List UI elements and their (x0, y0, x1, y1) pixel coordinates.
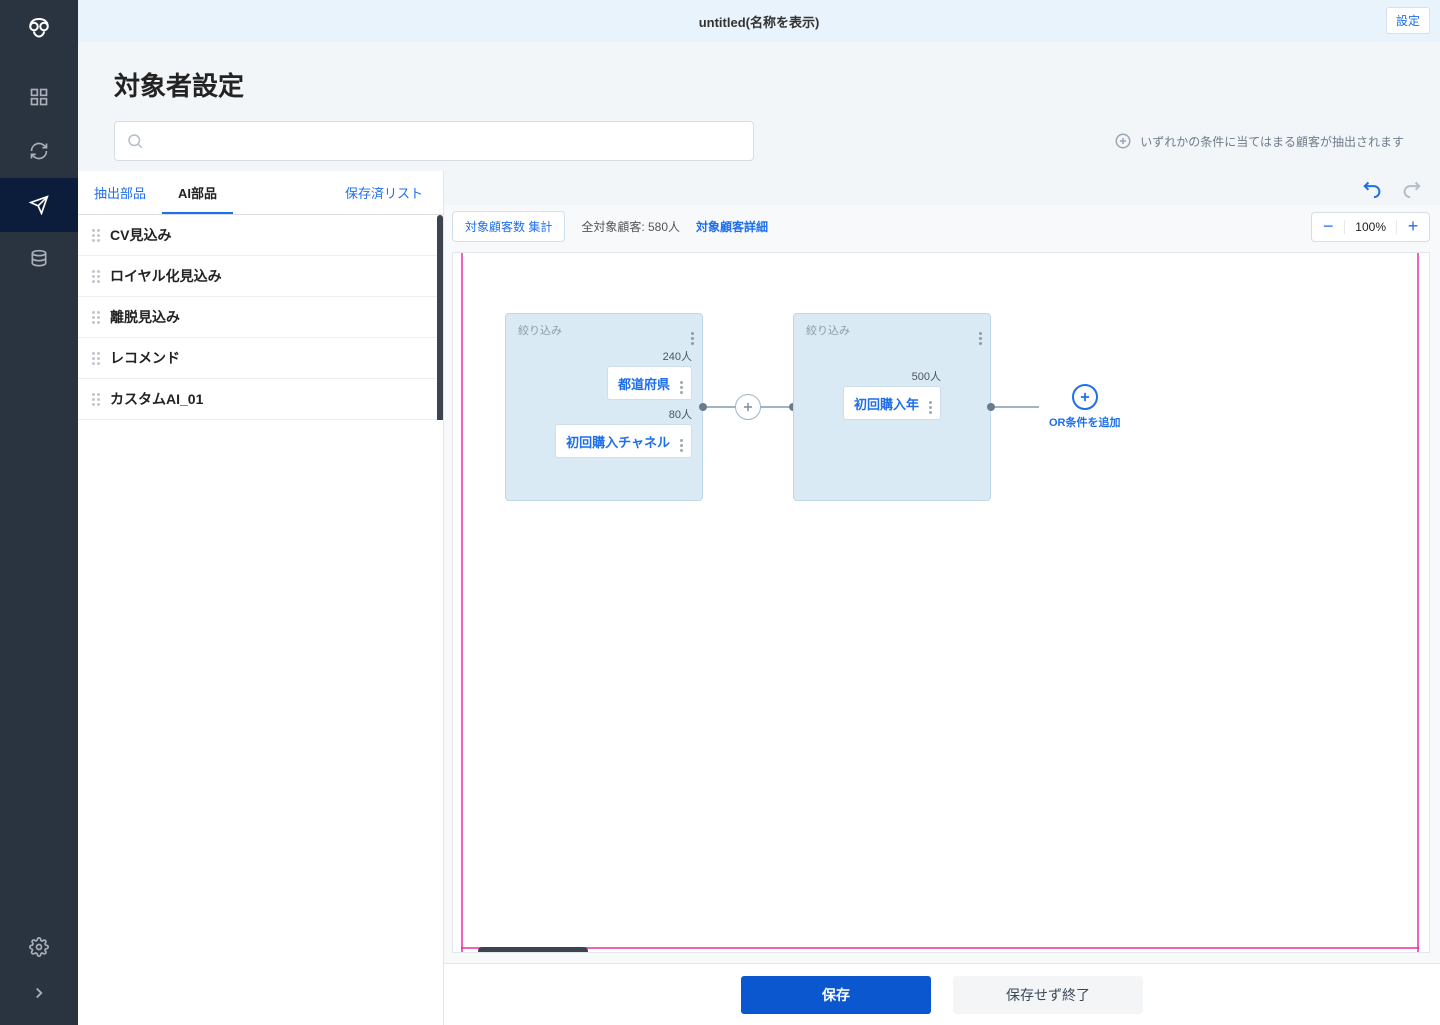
tabs: 抽出部品 AI部品 保存済リスト (78, 171, 443, 215)
tab-ai[interactable]: AI部品 (162, 171, 233, 214)
zoom-value: 100% (1344, 220, 1397, 234)
chip-count: 240人 (663, 348, 692, 364)
chip-label: 初回購入年 (854, 394, 919, 413)
chip-count: 500人 (912, 368, 941, 384)
tab-saved[interactable]: 保存済リスト (329, 171, 443, 214)
customer-detail-link[interactable]: 対象顧客詳細 (696, 218, 768, 235)
page-title: 対象者設定 (114, 66, 1404, 103)
aggregate-button[interactable]: 対象顧客数 集計 (452, 211, 565, 242)
list-item-label: 離脱見込み (110, 307, 180, 327)
header-title: untitled(名称を表示) (699, 12, 820, 31)
list-item-label: CV見込み (110, 225, 171, 245)
ruler-left (461, 253, 463, 952)
canvas[interactable]: 絞り込み 240人 都道府県 (452, 252, 1430, 953)
discard-button[interactable]: 保存せず終了 (953, 976, 1143, 1014)
filter-chip-first-year[interactable]: 初回購入年 (843, 386, 941, 420)
left-panel: 抽出部品 AI部品 保存済リスト CV見込み ロイヤル化見込み (78, 171, 444, 1025)
ai-list: CV見込み ロイヤル化見込み 離脱見込み レコメンド (78, 215, 443, 420)
chip-count: 80人 (669, 406, 692, 422)
grip-icon (92, 393, 100, 406)
chip-menu-icon[interactable] (676, 430, 687, 452)
add-and-button[interactable] (735, 394, 761, 420)
chip-label: 初回購入チャネル (566, 432, 670, 451)
page-head: 対象者設定 いずれかの条件に当てはまる顧客が抽出されます (78, 42, 1440, 171)
zoom-in-button[interactable]: + (1397, 213, 1429, 241)
sidebar (0, 0, 78, 1025)
block-header: 絞り込み (518, 322, 562, 338)
nav-expand[interactable] (0, 971, 78, 1015)
list-item[interactable]: カスタムAI_01 (78, 379, 443, 420)
add-or-label: OR条件を追加 (1049, 414, 1121, 430)
database-icon (29, 249, 49, 269)
list-item[interactable]: CV見込み (78, 215, 443, 256)
gear-icon (29, 937, 49, 957)
list-item[interactable]: ロイヤル化見込み (78, 256, 443, 297)
filter-block-1[interactable]: 絞り込み 240人 都道府県 (505, 313, 703, 501)
ruler-right (1417, 253, 1419, 952)
refresh-icon (29, 141, 49, 161)
canvas-toolbar (444, 171, 1440, 205)
redo-button[interactable] (1400, 177, 1422, 199)
right-panel: 対象顧客数 集計 全対象顧客: 580人 対象顧客詳細 − 100% + (444, 171, 1440, 1025)
list-item[interactable]: レコメンド (78, 338, 443, 379)
grip-icon (92, 352, 100, 365)
chevron-right-icon (30, 984, 48, 1002)
top-header: untitled(名称を表示) 設定 (78, 0, 1440, 42)
block-menu-button[interactable] (691, 322, 694, 345)
summary-row: 対象顧客数 集計 全対象顧客: 580人 対象顧客詳細 − 100% + (444, 205, 1440, 252)
hint-text: いずれかの条件に当てはまる顧客が抽出されます (1140, 133, 1404, 150)
filter-block-2[interactable]: 絞り込み 500人 初回購入年 (793, 313, 991, 501)
zoom-out-button[interactable]: − (1312, 213, 1344, 241)
app-logo (24, 0, 54, 60)
footer: 保存 保存せず終了 (444, 963, 1440, 1025)
send-icon (29, 195, 49, 215)
grip-icon (92, 229, 100, 242)
plus-circle-icon (1072, 384, 1098, 410)
search-icon (126, 132, 144, 150)
list-item[interactable]: 離脱見込み (78, 297, 443, 338)
grip-icon (92, 311, 100, 324)
list-item-label: ロイヤル化見込み (110, 266, 222, 286)
filter-chip-first-channel[interactable]: 初回購入チャネル (555, 424, 692, 458)
horizontal-scrollbar[interactable] (478, 947, 588, 953)
filter-chip-prefecture[interactable]: 都道府県 (607, 366, 692, 400)
total-customers-label: 全対象顧客: 580人 (581, 218, 680, 235)
ruler-bottom (461, 947, 1419, 949)
nav-send[interactable] (0, 178, 78, 232)
hint-row: いずれかの条件に当てはまる顧客が抽出されます (1114, 132, 1404, 150)
undo-button[interactable] (1362, 177, 1384, 199)
chip-menu-icon[interactable] (676, 372, 687, 394)
tab-extract[interactable]: 抽出部品 (78, 171, 162, 214)
list-item-label: レコメンド (110, 348, 180, 368)
chip-label: 都道府県 (618, 374, 670, 393)
grid-icon (29, 87, 49, 107)
nav-database[interactable] (0, 232, 78, 286)
save-button[interactable]: 保存 (741, 976, 931, 1014)
nav-settings[interactable] (0, 925, 78, 969)
search-box (114, 121, 754, 161)
plus-circle-icon (1114, 132, 1132, 150)
trailing-connector: OR条件を追加 (991, 384, 1121, 430)
block-menu-button[interactable] (979, 322, 982, 345)
header-settings-button[interactable]: 設定 (1386, 7, 1430, 34)
zoom-control: − 100% + (1311, 212, 1430, 242)
search-input[interactable] (114, 121, 754, 161)
block-header: 絞り込み (806, 322, 850, 338)
add-or-button[interactable]: OR条件を追加 (1049, 384, 1121, 430)
connector (703, 406, 793, 408)
grip-icon (92, 270, 100, 283)
chip-menu-icon[interactable] (925, 392, 936, 414)
nav-sync[interactable] (0, 124, 78, 178)
list-item-label: カスタムAI_01 (110, 389, 203, 409)
nav-dashboard[interactable] (0, 70, 78, 124)
